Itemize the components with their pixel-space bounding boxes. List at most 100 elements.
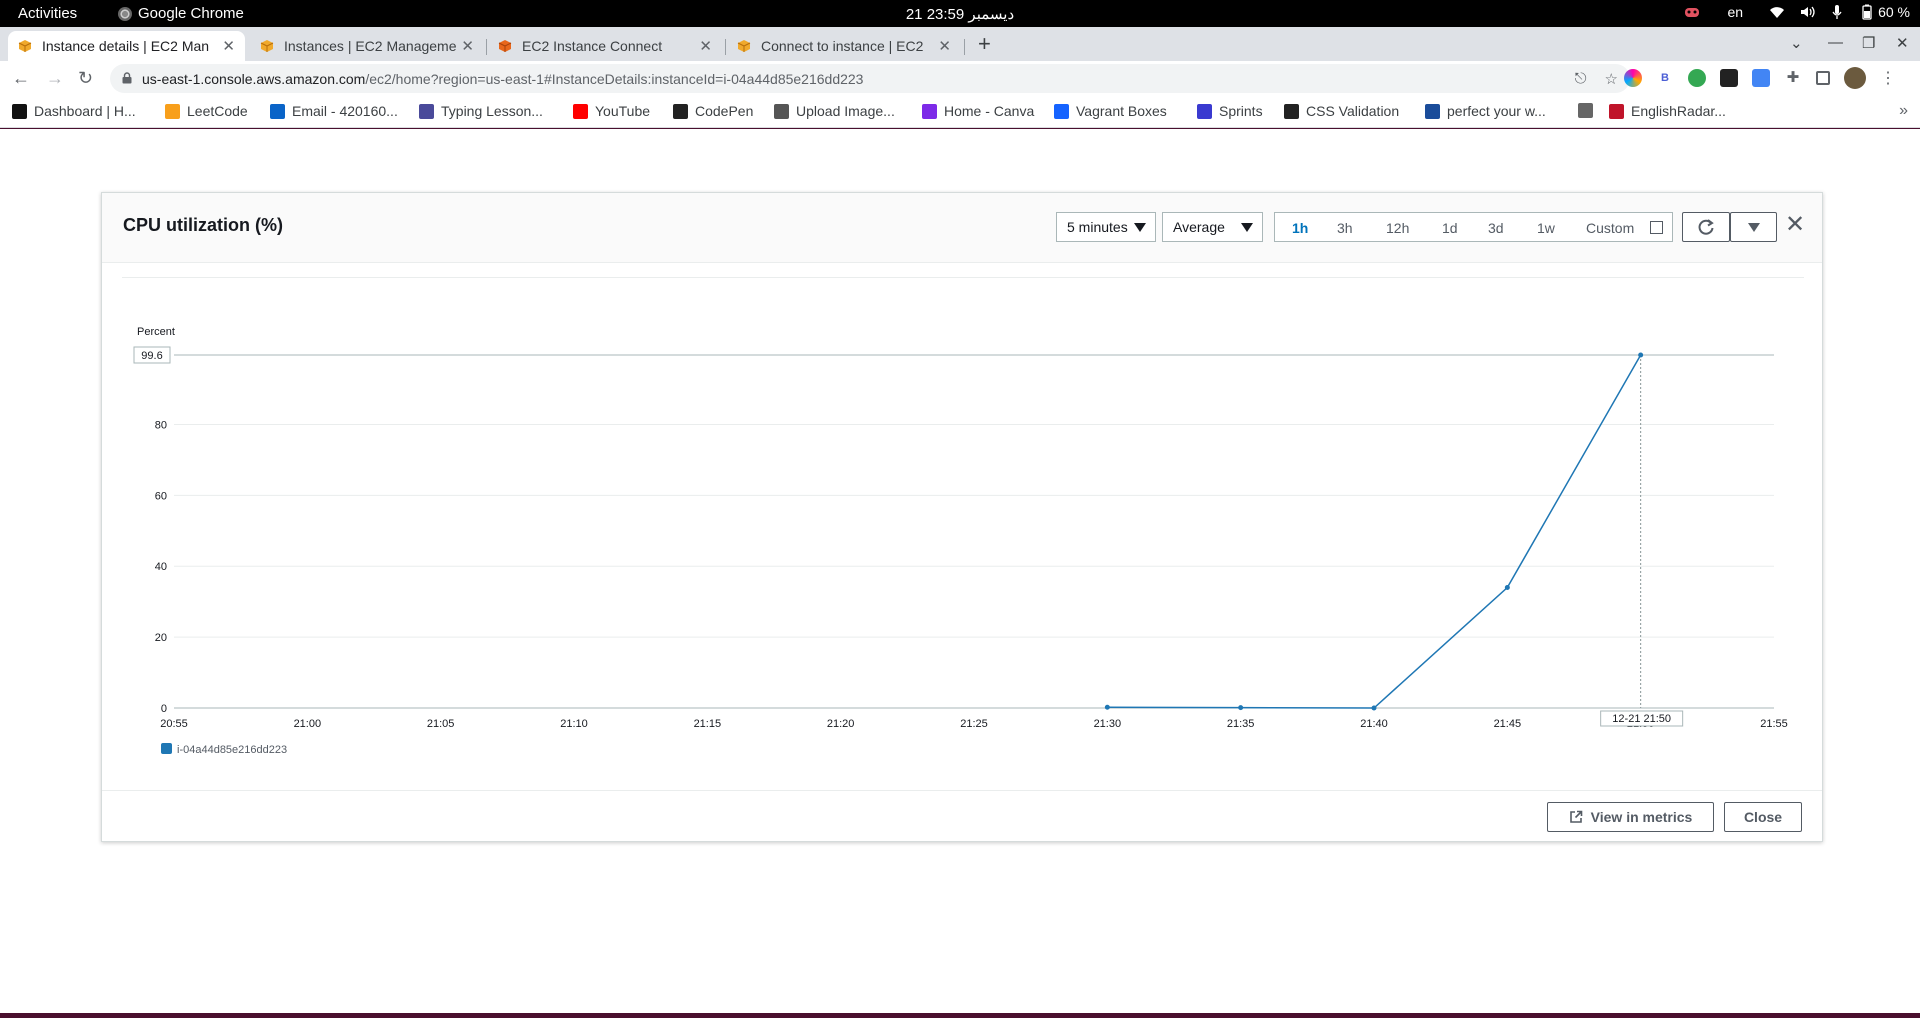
battery-indicator[interactable]: 60 % [1859, 4, 1910, 20]
youtube-icon [573, 103, 588, 119]
bold-b-extension-icon[interactable]: B [1656, 69, 1674, 87]
tab-separator [725, 39, 726, 55]
keyboard-layout[interactable]: en [1728, 4, 1744, 20]
address-bar[interactable]: us-east-1.console.aws.amazon.com/ec2/hom… [110, 64, 1630, 93]
bookmark-item[interactable]: Typing Lesson... [419, 103, 543, 119]
refresh-button[interactable] [1682, 212, 1730, 242]
bookmark-item[interactable] [1578, 103, 1593, 118]
tab-separator [964, 39, 965, 55]
tab-ec2-instance-connect[interactable]: EC2 Instance Connect ✕ [488, 31, 722, 61]
globe-icon [1578, 103, 1593, 118]
bookmark-item[interactable]: YouTube [573, 103, 650, 119]
refresh-options-button[interactable] [1730, 212, 1777, 242]
tab-instances[interactable]: Instances | EC2 Manageme ✕ [250, 31, 484, 61]
close-tab-icon[interactable]: ✕ [699, 37, 712, 55]
data-point [1104, 704, 1110, 710]
x-tick-label: 21:05 [427, 718, 455, 730]
system-tray[interactable]: en 60 % [1684, 4, 1910, 20]
bookmark-item[interactable]: CodePen [673, 103, 753, 119]
range-12h[interactable]: 12h [1386, 220, 1409, 236]
url-host: us-east-1.console.aws.amazon.com [142, 71, 366, 87]
bookmark-item[interactable]: Email - 420160... [270, 103, 398, 119]
bookmark-item[interactable]: Home - Canva [922, 103, 1034, 119]
bookmark-item[interactable]: Vagrant Boxes [1054, 103, 1167, 119]
bookmarks-bar: Dashboard | H... LeetCode Email - 420160..… [0, 97, 1920, 128]
close-tab-icon[interactable]: ✕ [222, 37, 235, 55]
statistic-select[interactable]: Average [1162, 212, 1263, 242]
bookmark-item[interactable]: Dashboard | H... [12, 103, 136, 119]
bookmark-item[interactable]: CSS Validation [1284, 103, 1399, 119]
tab-title: EC2 Instance Connect [522, 38, 663, 54]
range-3h[interactable]: 3h [1337, 220, 1353, 236]
range-1d[interactable]: 1d [1442, 220, 1458, 236]
x-tick-label: 21:45 [1494, 718, 1522, 730]
close-tab-icon[interactable]: ✕ [461, 37, 474, 55]
y-tick-label: 0 [161, 703, 167, 715]
bookmark-item[interactable]: Sprints [1197, 103, 1263, 119]
dark-extension-icon[interactable] [1720, 69, 1738, 87]
range-1w[interactable]: 1w [1537, 220, 1555, 236]
tab-title: Instances | EC2 Manageme [284, 38, 457, 54]
forward-icon[interactable]: → [46, 68, 64, 89]
close-tab-icon[interactable]: ✕ [938, 37, 951, 55]
lock-icon[interactable] [122, 72, 132, 84]
bookmark-star-icon[interactable]: ☆ [1605, 70, 1618, 88]
close-button[interactable]: Close [1724, 802, 1802, 832]
color-picker-extension-icon[interactable] [1624, 69, 1642, 87]
leetcode-icon [165, 103, 180, 119]
range-1h[interactable]: 1h [1292, 220, 1308, 236]
bookmark-label: EnglishRadar... [1631, 103, 1726, 119]
tab-search-icon[interactable]: ⌄ [1790, 34, 1803, 52]
vagrant-icon [1054, 103, 1069, 119]
range-3d[interactable]: 3d [1488, 220, 1504, 236]
grammar-extension-icon[interactable] [1688, 69, 1706, 87]
period-select[interactable]: 5 minutes [1056, 212, 1156, 242]
period-select-value: 5 minutes [1067, 219, 1128, 235]
bookmark-label: Dashboard | H... [34, 103, 136, 119]
battery-percent: 60 % [1878, 4, 1910, 20]
puzzle-extensions-icon[interactable]: ✚ [1784, 69, 1802, 87]
reload-icon[interactable]: ↻ [78, 68, 93, 89]
calendar-icon[interactable] [1650, 221, 1663, 234]
profile-avatar[interactable] [1844, 67, 1866, 89]
volume-icon [1801, 6, 1815, 18]
app-menu[interactable]: Google Chrome [118, 5, 244, 22]
close-window-icon[interactable]: ✕ [1896, 34, 1909, 52]
translate-extension-icon[interactable] [1752, 69, 1770, 87]
englishradar-icon [1609, 103, 1624, 119]
bookmark-item[interactable]: Upload Image... [774, 103, 895, 119]
bookmark-item[interactable]: LeetCode [165, 103, 248, 119]
url-path: /ec2/home?region=us-east-1#InstanceDetai… [365, 71, 864, 87]
new-tab-button[interactable]: + [978, 31, 991, 57]
aws-cube-icon [737, 40, 751, 52]
minimize-icon[interactable]: — [1828, 34, 1843, 51]
caret-down-icon [1241, 223, 1253, 232]
range-custom[interactable]: Custom [1586, 220, 1634, 236]
modal-title: CPU utilization (%) [123, 215, 283, 235]
system-top-bar: Activities Google Chrome 21 ديسمبر 23:59… [0, 0, 1920, 27]
clock[interactable]: 21 ديسمبر 23:59 [0, 5, 1920, 23]
modal-footer-divider [102, 790, 1822, 791]
chrome-menu-icon[interactable]: ⋮ [1880, 68, 1896, 88]
toolbar: ← → ↻ us-east-1.console.aws.amazon.com/e… [0, 61, 1920, 97]
more-bookmarks-icon[interactable]: » [1899, 102, 1908, 120]
restore-icon[interactable]: ❐ [1862, 34, 1875, 52]
bookmark-label: perfect your w... [1447, 103, 1546, 119]
external-link-icon [1569, 810, 1582, 823]
side-panel-icon[interactable] [1816, 71, 1830, 85]
tab-title: Connect to instance | EC2 [761, 38, 924, 54]
caret-down-icon [1134, 223, 1146, 232]
share-icon[interactable]: ⎋ [1575, 70, 1587, 88]
tab-connect-to-instance[interactable]: Connect to instance | EC2 ✕ [727, 31, 961, 61]
close-icon[interactable]: ✕ [1785, 210, 1805, 239]
gamepad-icon [1684, 8, 1699, 17]
bookmark-item[interactable]: EnglishRadar... [1609, 103, 1726, 119]
activities-button[interactable]: Activities [18, 5, 77, 22]
bookmark-label: Home - Canva [944, 103, 1035, 119]
view-in-metrics-button[interactable]: View in metrics [1547, 802, 1714, 832]
bookmark-item[interactable]: perfect your w... [1425, 103, 1546, 119]
tab-instance-details[interactable]: Instance details | EC2 Man ✕ [8, 31, 245, 61]
data-point [1371, 705, 1377, 711]
data-point [1638, 352, 1644, 358]
back-icon[interactable]: ← [12, 68, 30, 89]
